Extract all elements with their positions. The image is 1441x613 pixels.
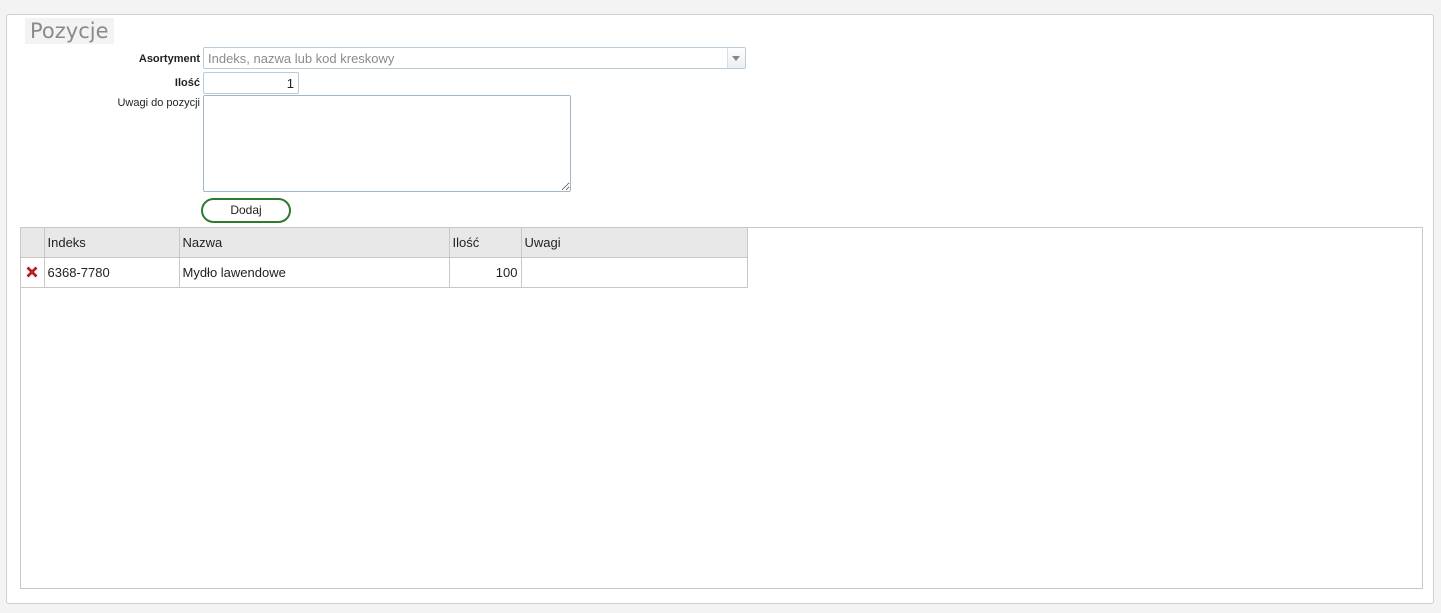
table-header-row: Indeks Nazwa Ilość Uwagi xyxy=(21,228,748,258)
cell-uwagi xyxy=(520,256,748,288)
column-header-uwagi[interactable]: Uwagi xyxy=(520,228,748,258)
table-row[interactable]: 6368-7780 Mydło lawendowe 100 xyxy=(21,256,748,288)
column-header-nazwa[interactable]: Nazwa xyxy=(178,228,450,258)
cell-ilosc: 100 xyxy=(448,256,522,288)
notes-textarea[interactable] xyxy=(203,95,571,192)
cell-indeks: 6368-7780 xyxy=(43,256,180,288)
quantity-label: Ilość xyxy=(174,77,200,89)
chevron-down-icon[interactable] xyxy=(727,48,745,68)
column-header-ilosc[interactable]: Ilość xyxy=(448,228,522,258)
section-title: Pozycje xyxy=(25,18,114,44)
assortment-combobox[interactable] xyxy=(203,47,746,69)
positions-table: Indeks Nazwa Ilość Uwagi 6368-7780 Mydło… xyxy=(21,228,748,288)
cell-nazwa: Mydło lawendowe xyxy=(178,256,450,288)
delete-icon[interactable] xyxy=(24,264,40,280)
quantity-input[interactable] xyxy=(203,72,299,94)
notes-label: Uwagi do pozycji xyxy=(117,97,200,109)
positions-grid: Indeks Nazwa Ilość Uwagi 6368-7780 Mydło… xyxy=(20,227,1423,589)
action-column-header xyxy=(21,228,45,258)
add-button[interactable]: Dodaj xyxy=(201,198,291,223)
column-header-indeks[interactable]: Indeks xyxy=(43,228,180,258)
assortment-input[interactable] xyxy=(204,48,728,68)
assortment-label: Asortyment xyxy=(138,53,200,65)
row-action-cell xyxy=(21,256,45,288)
